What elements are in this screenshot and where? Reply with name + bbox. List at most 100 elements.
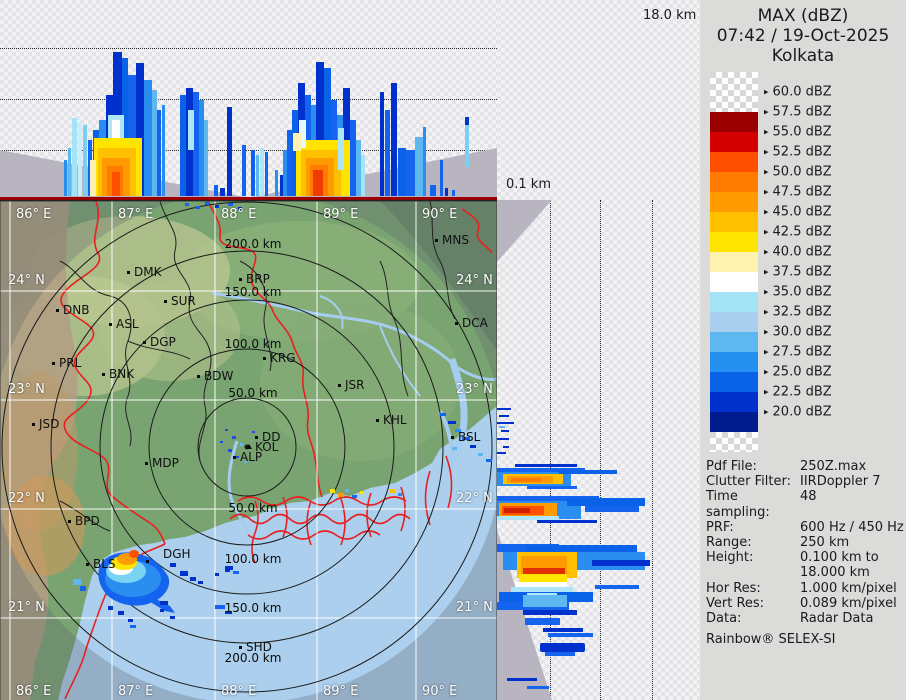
vertical-projection-right-panel [497,200,700,700]
city-label: ASL [116,317,139,331]
dbz-color-cell [710,172,758,192]
dbz-colorbar [710,72,758,452]
city-marker-dot [435,239,438,242]
dbz-scale-label: ▸ 35.0 dBZ [764,284,832,300]
info-label: Hor Res: [706,580,761,596]
dbz-scale-label: ▸ 20.0 dBZ [764,404,832,420]
range-ring-label: 150.0 km [224,601,282,615]
product-title: MAX (dBZ) [757,6,849,26]
info-value: 1.000 km/pixel [800,580,897,596]
city-marker-dot [164,300,167,303]
city-marker-dot [376,419,379,422]
scale-arrow-icon: ▸ [764,407,769,418]
dbz-scale-label: ▸ 32.5 dBZ [764,304,832,320]
product-datetime: 07:42 / 19-Oct-2025 [716,26,890,46]
city-marker-triangle [246,444,252,449]
info-value: Radar Data [800,611,874,627]
scale-arrow-icon: ▸ [764,87,769,98]
city-label: SUR [171,294,196,308]
dbz-scale-label: ▸ 37.5 dBZ [764,264,832,280]
dbz-color-cell [710,392,758,412]
scale-arrow-icon: ▸ [764,267,769,278]
axis-corner-panel: 18.0 km 0.1 km [497,0,700,200]
city-marker-dot [52,362,55,365]
city-marker-dot [146,560,149,563]
scale-arrow-icon: ▸ [764,347,769,358]
scale-arrow-icon: ▸ [764,367,769,378]
city-marker-dot [56,309,59,312]
info-row: Range: 250 km [706,535,904,550]
dbz-color-cell [710,232,758,252]
dbz-color-cell [710,412,758,432]
latitude-label: 24° N [8,273,45,288]
scale-arrow-icon: ▸ [764,207,769,218]
info-row: Time sampling: 48 [706,489,904,519]
info-value: 600 Hz / 450 Hz [800,519,904,535]
longitude-label: 86° E [16,684,52,699]
city-label: BPD [75,514,100,528]
city-marker-dot [109,323,112,326]
city-label: JSR [345,378,365,392]
city-label: DGP [150,335,176,349]
range-ring-label: 50.0 km [228,501,278,515]
dbz-color-cell [710,252,758,272]
info-row: 18.000 km [706,565,904,580]
city-label: BRP [246,272,270,286]
city-label: DMK [134,265,162,279]
info-label: Clutter Filter: [706,474,791,490]
info-value: 0.089 km/pixel [800,595,897,611]
dbz-scale-label: ▸ 57.5 dBZ [764,104,832,120]
latitude-label: 21° N [8,600,45,615]
city-marker-dot [68,520,71,523]
station-name: Kolkata [771,46,835,66]
info-value: 0.100 km to [800,550,879,566]
dbz-scale-label: ▸ 40.0 dBZ [764,244,832,260]
range-ring-label: 100.0 km [224,337,282,351]
product-info-block: Pdf File: 250Z.max Clutter Filter: IIRDoppl… [706,459,904,647]
city-label: BLS [93,557,116,571]
info-row: Pdf File: 250Z.max [706,459,904,474]
latitude-label: 24° N [456,273,493,288]
city-marker-dot [102,373,105,376]
dbz-color-cell [710,312,758,332]
city-marker-dot [127,271,130,274]
dbz-color-cell [710,352,758,372]
info-value: 250Z.max [800,459,867,474]
latitude-label: 23° N [456,382,493,397]
scale-arrow-icon: ▸ [764,147,769,158]
city-label: DGH [163,547,191,561]
range-ring-label: 100.0 km [224,552,282,566]
dbz-color-cell [710,372,758,392]
city-label: PRL [59,356,82,370]
dbz-scale-label: ▸ 50.0 dBZ [764,164,832,180]
dbz-scale-label: ▸ 60.0 dBZ [764,84,832,100]
radar-echo-columns [64,52,469,196]
city-marker-dot [338,384,341,387]
dbz-color-cell [710,432,758,452]
info-value: 250 km [800,535,850,551]
scale-arrow-icon: ▸ [764,287,769,298]
latitude-label: 22° N [8,491,45,506]
longitude-label: 90° E [422,207,458,222]
city-marker-dot [143,341,146,344]
dbz-color-cell [710,152,758,172]
min-height-axis-label: 0.1 km [506,177,551,192]
city-marker-dot [451,436,454,439]
scale-arrow-icon: ▸ [764,167,769,178]
max-height-axis-label: 18.0 km [643,8,697,23]
latitude-label: 23° N [8,382,45,397]
city-label: BNK [109,367,135,381]
range-ring-label: 200.0 km [224,237,282,251]
dbz-scale-label: ▸ 47.5 dBZ [764,184,832,200]
info-value: 18.000 km [800,565,870,581]
dbz-scale-label: ▸ 45.0 dBZ [764,204,832,220]
info-row: Vert Res: 0.089 km/pixel [706,596,904,611]
city-label: MNS [442,233,469,247]
info-label: Range: [706,535,752,551]
radar-product-window: 18.0 km 0.1 km 86° E 86° E 87° E 87° E 8… [0,0,906,700]
scale-arrow-icon: ▸ [764,107,769,118]
legend-panel: MAX (dBZ) 07:42 / 19-Oct-2025 Kolkata ▸ 6… [700,0,906,700]
info-row: Data: Radar Data [706,611,904,626]
city-marker-dot [233,456,236,459]
city-label: ALP [240,450,263,464]
